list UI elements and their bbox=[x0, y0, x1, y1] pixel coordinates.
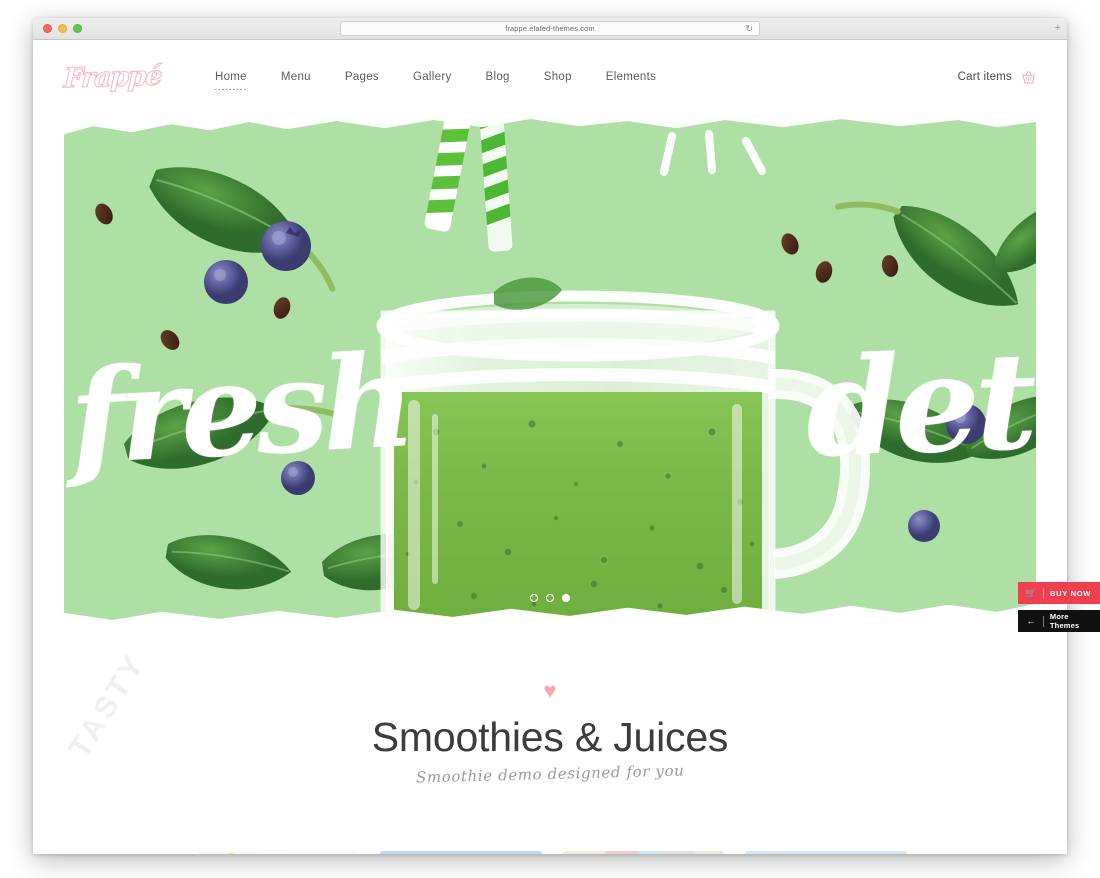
product-card-3[interactable] bbox=[562, 851, 725, 854]
nav-item-shop[interactable]: Shop bbox=[527, 71, 589, 83]
product-cards-row bbox=[197, 851, 907, 854]
site-logo[interactable]: Frappé bbox=[63, 59, 163, 95]
nav-item-home[interactable]: Home bbox=[198, 71, 264, 90]
buy-now-button[interactable]: 🛒 BUY NOW bbox=[1018, 582, 1100, 604]
nav-item-blog[interactable]: Blog bbox=[469, 71, 527, 83]
browser-titlebar: frappe.elated-themes.com ↻ + bbox=[33, 18, 1067, 40]
cart-icon: 🛒 bbox=[1025, 587, 1037, 598]
heart-icon: ♥ bbox=[543, 678, 557, 703]
new-tab-button[interactable]: + bbox=[1055, 23, 1061, 34]
page-title: Smoothies & Juices bbox=[371, 714, 729, 760]
logo-text: Frappé bbox=[63, 60, 163, 95]
theme-promo-buttons: 🛒 BUY NOW ← More Themes bbox=[1018, 582, 1100, 632]
product-card-1[interactable] bbox=[197, 851, 359, 854]
site-header: Frappé Home Menu Pages Gallery Blog Shop… bbox=[33, 40, 1067, 114]
button-divider bbox=[1042, 615, 1044, 627]
minimize-window-button[interactable] bbox=[58, 24, 67, 33]
zoom-window-button[interactable] bbox=[73, 24, 82, 33]
shopping-basket-icon[interactable] bbox=[1021, 70, 1036, 85]
slider-next-arrow-icon[interactable]: › bbox=[998, 356, 1024, 382]
product-card-2[interactable] bbox=[379, 851, 542, 854]
product-card-4-image bbox=[745, 851, 907, 854]
url-text: frappe.elated-themes.com bbox=[505, 24, 595, 33]
main-navigation: Home Menu Pages Gallery Blog Shop Elemen… bbox=[198, 71, 673, 90]
nav-item-gallery[interactable]: Gallery bbox=[396, 71, 469, 83]
nav-item-elements[interactable]: Elements bbox=[589, 71, 673, 83]
arrow-left-icon: ← bbox=[1026, 615, 1036, 626]
hero-slider: fresh deto › bbox=[64, 114, 1036, 624]
product-card-4[interactable] bbox=[745, 851, 907, 854]
intro-section: ♥ Smoothies & Juices Smoothie demo desig… bbox=[33, 624, 1067, 787]
cart-widget[interactable]: Cart items bbox=[958, 70, 1036, 85]
browser-window: frappe.elated-themes.com ↻ + Frappé Home… bbox=[33, 18, 1067, 854]
product-card-1-image bbox=[197, 851, 359, 854]
slider-dot-2[interactable] bbox=[546, 594, 554, 602]
more-themes-button[interactable]: ← More Themes bbox=[1018, 610, 1100, 632]
product-card-2-image bbox=[379, 851, 542, 854]
hero-image: fresh deto bbox=[64, 119, 1036, 620]
reload-icon[interactable]: ↻ bbox=[745, 24, 753, 33]
intro-subtitle: Smoothie demo designed for you bbox=[415, 761, 685, 787]
nav-item-pages[interactable]: Pages bbox=[328, 71, 396, 83]
site-viewport: Frappé Home Menu Pages Gallery Blog Shop… bbox=[33, 40, 1067, 854]
slider-dot-1[interactable] bbox=[530, 594, 538, 602]
product-card-3-image bbox=[562, 851, 725, 854]
buy-now-label: BUY NOW bbox=[1050, 588, 1092, 598]
button-divider bbox=[1043, 587, 1044, 599]
hero-illustration bbox=[64, 119, 1036, 620]
slider-dot-3[interactable] bbox=[562, 594, 570, 602]
more-themes-label: More Themes bbox=[1049, 612, 1080, 630]
slider-pagination bbox=[530, 594, 570, 602]
cart-label: Cart items bbox=[957, 71, 1012, 83]
address-bar[interactable]: frappe.elated-themes.com ↻ bbox=[340, 21, 760, 36]
close-window-button[interactable] bbox=[43, 24, 52, 33]
traffic-lights bbox=[43, 24, 82, 33]
nav-item-menu[interactable]: Menu bbox=[264, 71, 328, 83]
